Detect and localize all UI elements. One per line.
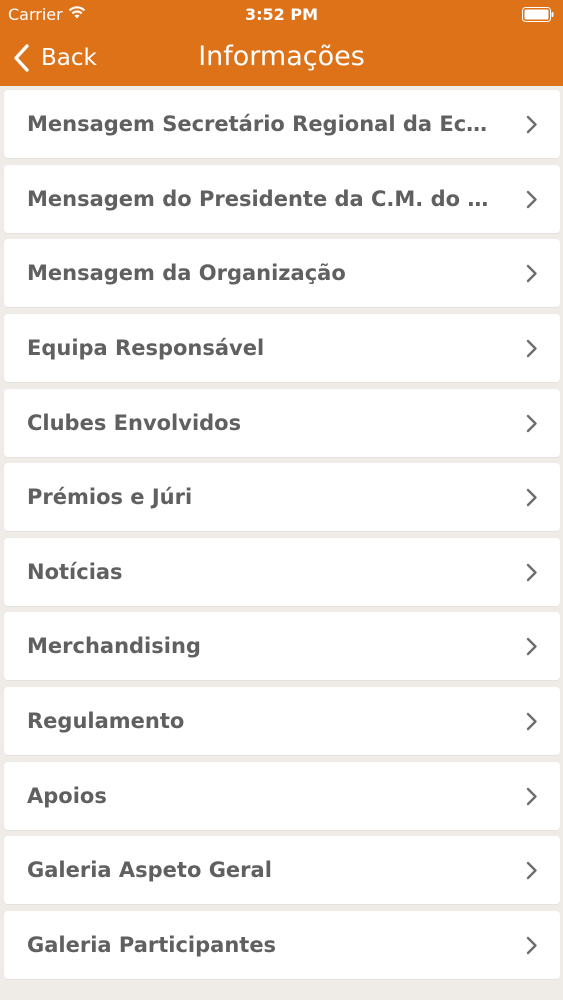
list-item-label: Galeria Aspeto Geral [27,858,272,883]
list-item[interactable]: Mensagem da Organização [4,239,560,308]
list-item-label: Regulamento [27,709,185,734]
list-item-label: Mensagem Secretário Regional da Eco… [27,112,500,136]
battery-icon [522,7,554,22]
list-item[interactable]: Galeria Participantes [4,911,560,980]
chevron-right-icon [526,115,537,134]
list-item-label: Apoios [27,783,107,808]
info-list: Mensagem Secretário Regional da Eco… Men… [4,90,560,986]
chevron-right-icon [526,265,537,283]
chevron-right-icon [526,339,537,358]
list-item-label: Mensagem da Organização [27,261,346,286]
list-item-label: Galeria Participantes [27,933,277,958]
list-item[interactable]: Apoios [4,761,560,830]
chevron-right-icon [526,862,537,880]
chevron-right-icon [526,489,537,507]
list-item-label: Merchandising [27,634,201,659]
chevron-right-icon [526,712,537,731]
back-label: Back [41,45,97,71]
list-item[interactable]: Merchandising [4,612,560,681]
chevron-right-icon [526,190,537,208]
list-item[interactable]: Mensagem Secretário Regional da Eco… [4,90,560,158]
top-bar: Carrier 3:52 PM Back Informações [0,0,563,86]
status-time: 3:52 PM [244,5,318,24]
chevron-right-icon [526,638,537,656]
list-item[interactable]: Regulamento [4,687,560,756]
list-item[interactable]: Galeria Aspeto Geral [4,836,560,905]
list-item-label: Prémios e Júri [27,485,193,510]
list-item-label: Notícias [27,559,123,584]
list-item-label: Equipa Responsável [27,335,265,360]
chevron-right-icon [526,414,537,432]
chevron-right-icon [526,936,537,955]
chevron-right-icon [526,563,537,582]
back-button[interactable]: Back [12,40,97,76]
chevron-left-icon [14,44,29,72]
list-item-label: Clubes Envolvidos [27,410,242,435]
chevron-right-icon [526,787,537,805]
list-item[interactable]: Mensagem do Presidente da C.M. do F… [4,164,560,233]
navigation-bar: Back Informações [0,30,563,86]
list-item[interactable]: Prémios e Júri [4,463,560,532]
list-item[interactable]: Equipa Responsável [4,313,560,382]
status-bar: Carrier 3:52 PM [0,0,563,30]
list-item[interactable]: Notícias [4,537,560,606]
app-screen: Carrier 3:52 PM Back Informações Mensage… [0,0,563,1000]
list-item-label: Mensagem do Presidente da C.M. do F… [27,186,500,211]
list-item[interactable]: Clubes Envolvidos [4,388,560,457]
